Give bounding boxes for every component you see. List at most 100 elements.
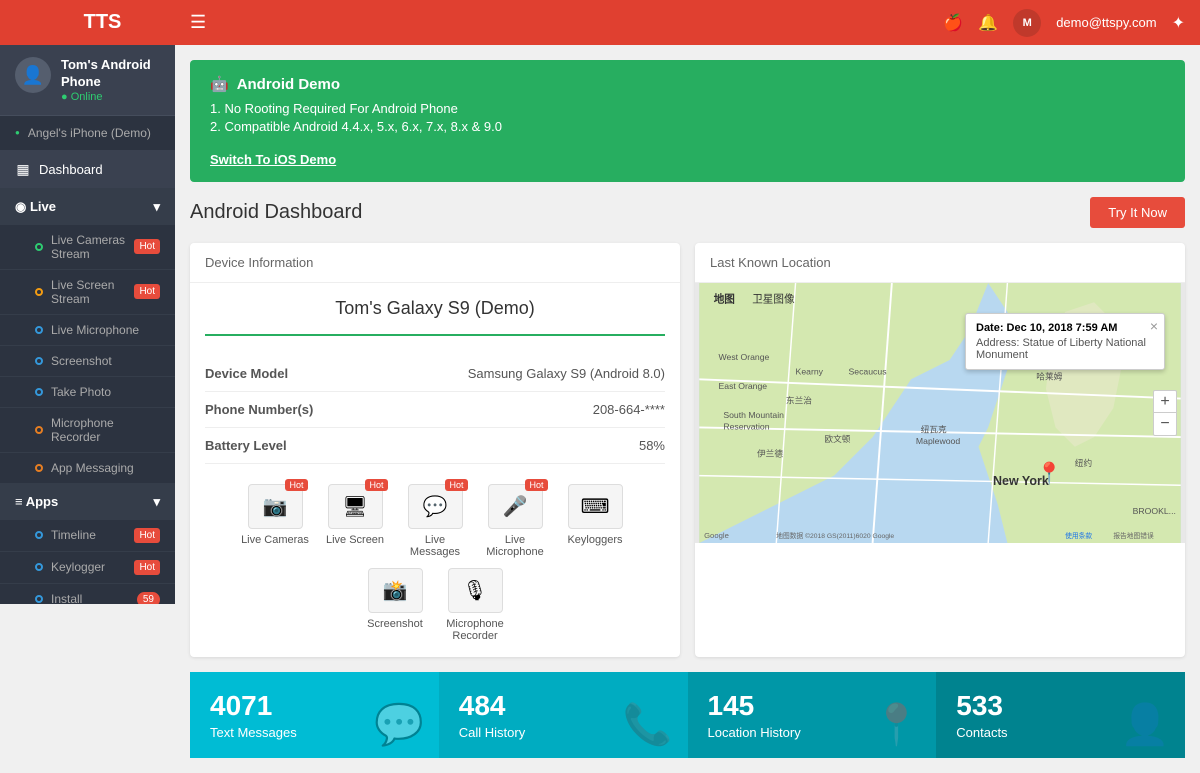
hot-badge: Hot: [445, 479, 467, 491]
app-icon-live-cameras[interactable]: 📷 Hot Live Cameras: [240, 484, 310, 558]
dashboard-icon: ▦: [15, 161, 31, 178]
screenshot-box: 📸: [368, 568, 423, 613]
device-info-card: Device Information Tom's Galaxy S9 (Demo…: [190, 243, 680, 657]
sidebar-item-live-cameras[interactable]: Live Cameras Stream Hot: [0, 225, 175, 270]
popup-date: Date: Dec 10, 2018 7:59 AM: [976, 322, 1154, 334]
hot-badge: Hot: [134, 528, 160, 543]
model-label: Device Model: [205, 366, 288, 381]
zoom-out-button[interactable]: −: [1154, 413, 1176, 435]
sidebar-item-screen-stream[interactable]: Live Screen Stream Hot: [0, 270, 175, 315]
navbar-brand: TTS: [15, 11, 190, 34]
sidebar-item-mic-recorder[interactable]: Microphone Recorder: [0, 408, 175, 453]
svg-text:West Orange: West Orange: [719, 352, 770, 362]
live-screen-label: Live Screen: [326, 534, 384, 546]
dot-icon: [35, 426, 43, 434]
mic-recorder-icon: 🎙: [462, 578, 487, 603]
dot-icon: [35, 595, 43, 603]
sidebar-section-apps[interactable]: ≡ Apps ▾: [0, 484, 175, 520]
live-messages-label: Live Messages: [400, 534, 470, 558]
hot-badge: Hot: [525, 479, 547, 491]
text-messages-icon: 💬: [374, 701, 424, 748]
install-badge: 59: [137, 592, 160, 604]
svg-text:Google: Google: [704, 531, 729, 540]
stats-row: 4071 Text Messages 💬 484 Call History 📞 …: [190, 672, 1185, 758]
svg-text:地图数据 ©2018 GS(2011)6020 Google: 地图数据 ©2018 GS(2011)6020 Google: [776, 531, 894, 540]
svg-text:Reservation: Reservation: [723, 421, 769, 431]
screenshot-label: Screenshot: [367, 618, 423, 630]
app-icon-screenshot[interactable]: 📸 Screenshot: [360, 568, 430, 642]
device-name: Tom's Android Phone: [61, 57, 160, 91]
svg-text:东兰治: 东兰治: [786, 394, 812, 405]
sidebar-item-keylogger[interactable]: Keylogger Hot: [0, 552, 175, 584]
svg-text:📍: 📍: [1036, 460, 1062, 485]
popup-close-button[interactable]: ×: [1150, 318, 1158, 334]
sidebar-item-take-photo[interactable]: Take Photo: [0, 377, 175, 408]
app-icon-keyloggers[interactable]: ⌨ Keyloggers: [560, 484, 630, 558]
app-icon-live-messages[interactable]: 💬 Hot Live Messages: [400, 484, 470, 558]
info-row-model: Device Model Samsung Galaxy S9 (Android …: [205, 356, 665, 392]
live-mic-icon: 🎤: [503, 494, 528, 519]
screenshot-icon: 📸: [383, 578, 408, 603]
location-card: Last Known Location: [695, 243, 1185, 657]
switch-to-ios-link[interactable]: Switch To iOS Demo: [210, 152, 336, 167]
dashboard-title: Android Dashboard: [190, 201, 362, 224]
sidebar-current-device[interactable]: 👤 Tom's Android Phone Online: [0, 45, 175, 116]
sidebar-other-device[interactable]: Angel's iPhone (Demo): [0, 116, 175, 151]
sidebar-item-screenshot[interactable]: Screenshot: [0, 346, 175, 377]
zoom-in-button[interactable]: +: [1154, 391, 1176, 413]
hot-badge: Hot: [365, 479, 387, 491]
sidebar-item-dashboard[interactable]: ▦ Dashboard: [0, 151, 175, 189]
hot-badge: Hot: [285, 479, 307, 491]
live-screen-box: 🖥 Hot: [328, 484, 383, 529]
keyloggers-box: ⌨: [568, 484, 623, 529]
app-icon-live-mic[interactable]: 🎤 Hot Live Microphone: [480, 484, 550, 558]
stat-contacts[interactable]: 533 Contacts 👤: [936, 672, 1185, 758]
hot-badge: Hot: [134, 284, 160, 299]
user-email: demo@ttspy.com: [1056, 15, 1156, 30]
dot-icon: [35, 464, 43, 472]
mic-recorder-label: Microphone Recorder: [440, 618, 510, 642]
try-it-now-button[interactable]: Try It Now: [1090, 197, 1185, 228]
sidebar-item-live-microphone[interactable]: Live Microphone: [0, 315, 175, 346]
map-container: 地图 卫星图像 West Orange East Orange South Mo…: [695, 283, 1185, 543]
user-avatar: M: [1013, 9, 1041, 37]
app-icon-mic-recorder[interactable]: 🎙 Microphone Recorder: [440, 568, 510, 642]
keyloggers-label: Keyloggers: [567, 534, 622, 546]
device-info-body: Tom's Galaxy S9 (Demo) Device Model Sams…: [190, 283, 680, 657]
sidebar-item-app-messaging[interactable]: App Messaging: [0, 453, 175, 484]
dot-icon: [35, 326, 43, 334]
location-header: Last Known Location: [695, 243, 1185, 283]
device-status: Online: [61, 91, 160, 103]
stat-call-history[interactable]: 484 Call History 📞: [439, 672, 688, 758]
svg-text:哈莱姆: 哈莱姆: [1036, 370, 1062, 381]
live-cameras-box: 📷 Hot: [248, 484, 303, 529]
bell-icon[interactable]: 🔔: [978, 13, 998, 33]
sidebar-section-live[interactable]: ◉ Live ▾: [0, 189, 175, 225]
main-content: 🤖 Android Demo 1. No Rooting Required Fo…: [175, 45, 1200, 773]
mic-recorder-box: 🎙: [448, 568, 503, 613]
battery-value: 58%: [639, 438, 665, 453]
popup-address: Address: Statue of Liberty National Monu…: [976, 337, 1154, 361]
menu-toggle[interactable]: ☰: [190, 12, 943, 33]
svg-text:East Orange: East Orange: [719, 381, 768, 391]
android-icon: 🤖: [210, 75, 229, 93]
stat-location-history[interactable]: 145 Location History 📍: [688, 672, 937, 758]
sidebar-item-install[interactable]: Install 59: [0, 584, 175, 604]
dot-icon: [35, 388, 43, 396]
sidebar-item-timeline[interactable]: Timeline Hot: [0, 520, 175, 552]
device-icon: 👤: [15, 57, 51, 93]
dot-icon: [35, 288, 43, 296]
svg-text:South Mountain: South Mountain: [723, 410, 784, 420]
app-icon-live-screen[interactable]: 🖥 Hot Live Screen: [320, 484, 390, 558]
svg-text:BROOKL...: BROOKL...: [1133, 506, 1176, 516]
share-icon[interactable]: ✦: [1172, 13, 1185, 33]
stat-text-messages[interactable]: 4071 Text Messages 💬: [190, 672, 439, 758]
apple-icon[interactable]: 🍎: [943, 13, 963, 33]
device-info: Tom's Android Phone Online: [61, 57, 160, 103]
hot-badge: Hot: [134, 239, 160, 254]
dot-icon: [35, 357, 43, 365]
phone-value: 208-664-****: [593, 402, 665, 417]
live-messages-icon: 💬: [423, 494, 448, 519]
android-banner: 🤖 Android Demo 1. No Rooting Required Fo…: [190, 60, 1185, 182]
main-grid: Device Information Tom's Galaxy S9 (Demo…: [190, 243, 1185, 657]
